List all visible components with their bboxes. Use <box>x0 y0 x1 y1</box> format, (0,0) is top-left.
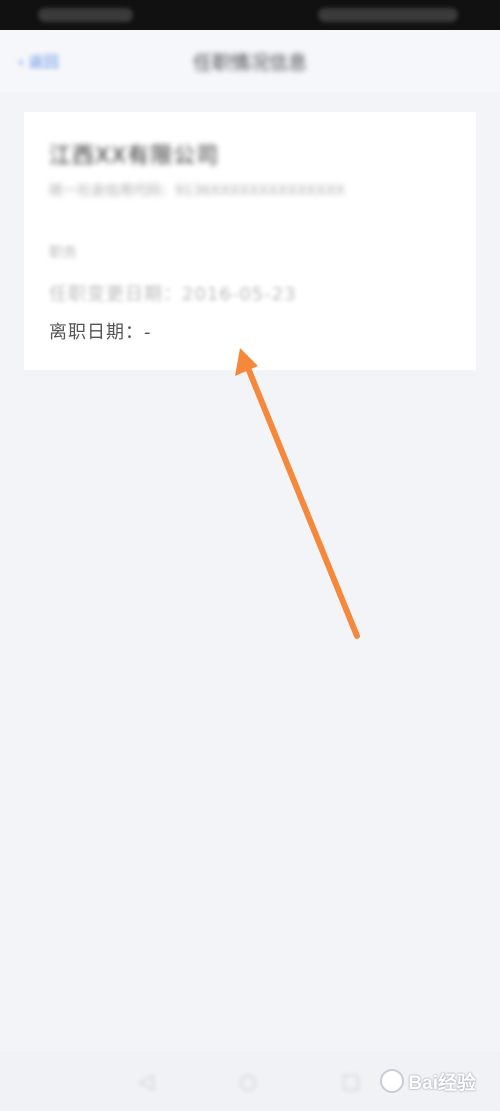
triangle-back-icon[interactable]: ◁ <box>135 1070 157 1092</box>
screen: ‹ 返回 任职情况信息 江西XX有限公司 统一社会信用代码：9136XXXXXX… <box>0 0 500 1111</box>
status-bar <box>0 0 500 30</box>
leave-date-row: 离职日期：- <box>49 318 152 344</box>
square-recents-icon[interactable]: □ <box>340 1070 362 1092</box>
nav-bar: ‹ 返回 任职情况信息 <box>0 30 500 92</box>
employment-card: 江西XX有限公司 统一社会信用代码：9136XXXXXXXXXXXXXX 职务 … <box>24 112 476 370</box>
circle-home-icon[interactable]: ○ <box>237 1070 259 1092</box>
entry-date-label: 任职变更日期： <box>49 284 182 305</box>
status-bar-left-icons <box>38 8 133 22</box>
status-bar-right-icons <box>318 8 458 22</box>
company-description: 统一社会信用代码：9136XXXXXXXXXXXXXX <box>49 183 345 199</box>
entry-date-row: 任职变更日期：2016-05-23 <box>49 280 297 306</box>
company-name[interactable]: 江西XX有限公司 <box>49 138 219 170</box>
baidu-watermark: Bai经验 <box>380 1066 476 1096</box>
leave-date-label: 离职日期： <box>49 322 144 343</box>
page-title: 任职情况信息 <box>192 52 307 74</box>
entry-date-value: 2016-05-23 <box>182 284 297 305</box>
leave-date-value: - <box>144 322 152 343</box>
position-tag: 职务 <box>49 245 77 261</box>
system-nav-bar: ◁ ○ □ Bai经验 <box>0 1052 500 1111</box>
arrow-shaft <box>245 365 360 639</box>
watermark-text: Bai经验 <box>408 1072 476 1094</box>
paw-icon <box>380 1069 405 1093</box>
